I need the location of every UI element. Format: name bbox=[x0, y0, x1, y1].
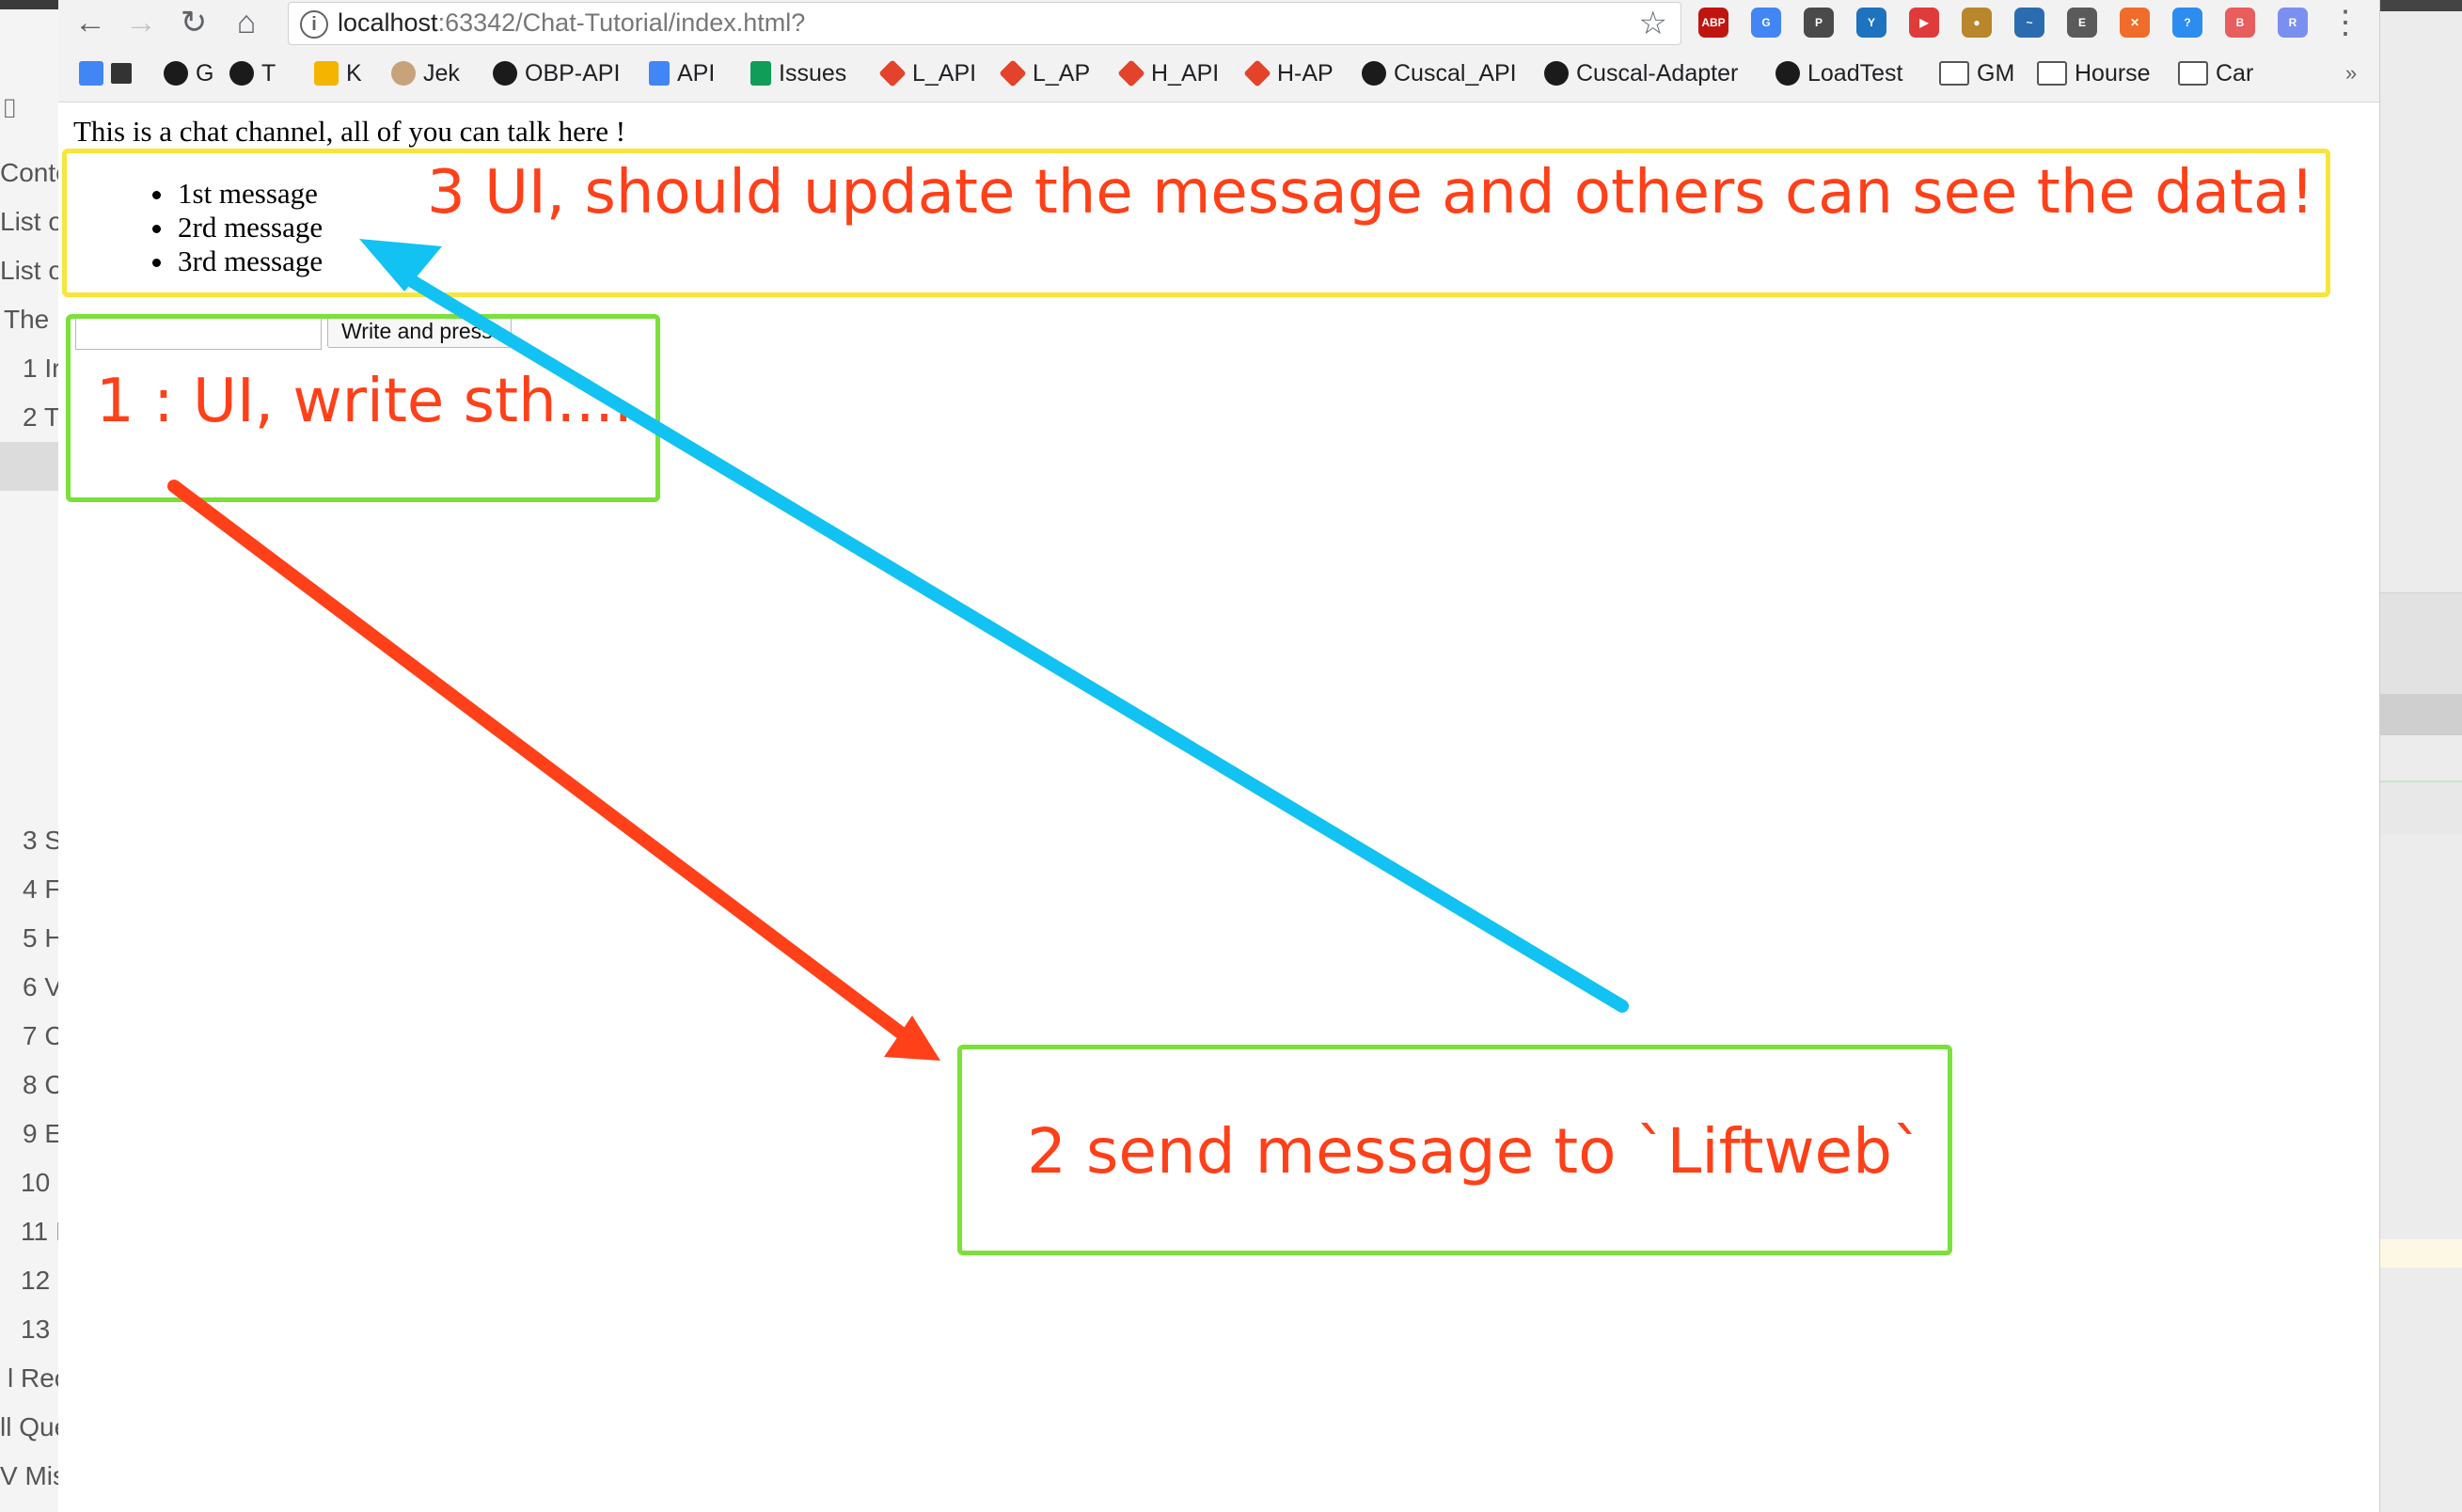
blue-arrowhead bbox=[359, 239, 442, 291]
red-arrow bbox=[167, 480, 940, 1061]
blue-arrow-shaft bbox=[407, 276, 1629, 1013]
blue-arrow bbox=[359, 239, 1629, 1013]
red-arrow-shaft bbox=[167, 480, 909, 1041]
annotation-arrows bbox=[167, 239, 1629, 1061]
